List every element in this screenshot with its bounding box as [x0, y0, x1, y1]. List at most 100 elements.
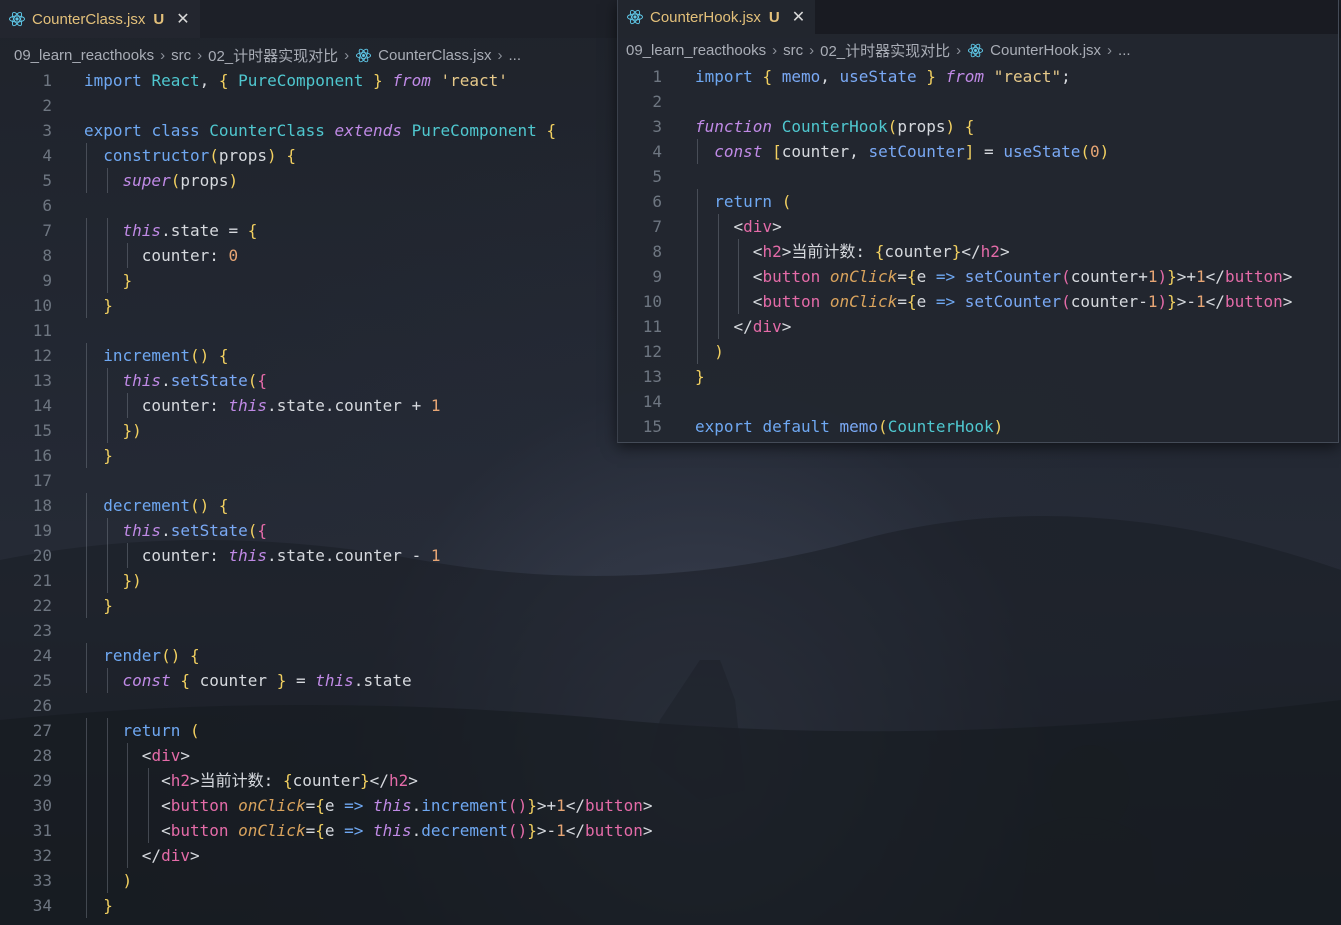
code-line[interactable]: 16 } [0, 443, 1341, 468]
code-line[interactable]: 14 [618, 389, 1338, 414]
line-number: 8 [42, 246, 52, 265]
breadcrumb-folder[interactable]: 02_计时器实现对比 [820, 40, 950, 61]
line-number: 1 [652, 67, 662, 86]
line-number: 31 [32, 821, 52, 840]
tab-counterclass[interactable]: CounterClass.jsx U ✕ [0, 0, 200, 38]
code-text: const [counter, setCounter] = useState(0… [714, 142, 1110, 161]
line-number: 5 [652, 167, 662, 186]
line-number: 2 [652, 92, 662, 111]
code-line[interactable]: 12 ) [618, 339, 1338, 364]
code-line[interactable]: 11 </div> [618, 314, 1338, 339]
code-line[interactable]: 25 const { counter } = this.state [0, 668, 1341, 693]
code-line[interactable]: 23 [0, 618, 1341, 643]
line-number: 19 [32, 521, 52, 540]
chevron-right-icon: › [1107, 41, 1113, 59]
line-number: 32 [32, 846, 52, 865]
chevron-right-icon: › [497, 46, 503, 64]
code-text: <button onClick={e => this.increment()}>… [161, 796, 653, 815]
breadcrumb-src[interactable]: src [171, 47, 191, 64]
code-text: counter: 0 [141, 246, 239, 265]
line-number: 15 [642, 417, 662, 436]
breadcrumb-more[interactable]: ... [509, 47, 522, 64]
code-line[interactable]: 28 <div> [0, 743, 1341, 768]
breadcrumb-src[interactable]: src [783, 42, 803, 59]
code-line[interactable]: 21 }) [0, 568, 1341, 593]
code-line[interactable]: 24 render() { [0, 643, 1341, 668]
code-line[interactable]: 9 <button onClick={e => setCounter(count… [618, 264, 1338, 289]
line-number: 4 [652, 142, 662, 161]
breadcrumb-folder[interactable]: 02_计时器实现对比 [208, 45, 338, 66]
code-line[interactable]: 4 const [counter, setCounter] = useState… [618, 139, 1338, 164]
code-line[interactable]: 18 decrement() { [0, 493, 1341, 518]
chevron-right-icon: › [956, 41, 962, 59]
line-number: 14 [642, 392, 662, 411]
code-line[interactable]: 15 export default memo(CounterHook) [618, 414, 1338, 439]
code-text: } [103, 446, 113, 465]
line-number: 22 [32, 596, 52, 615]
code-line[interactable]: 34 } [0, 893, 1341, 918]
code-line[interactable]: 7 <div> [618, 214, 1338, 239]
line-number: 28 [32, 746, 52, 765]
code-line[interactable]: 17 [0, 468, 1341, 493]
line-number: 9 [652, 267, 662, 286]
code-area[interactable]: 1 import { memo, useState } from "react";… [618, 64, 1338, 439]
line-number: 29 [32, 771, 52, 790]
breadcrumb-file[interactable]: CounterHook.jsx [990, 42, 1101, 59]
code-line[interactable]: 22 } [0, 593, 1341, 618]
react-icon [356, 48, 372, 62]
code-line[interactable]: 2 [618, 89, 1338, 114]
code-line[interactable]: 20 counter: this.state.counter - 1 [0, 543, 1341, 568]
code-text: <h2>当前计数: {counter}</h2> [752, 242, 1010, 261]
code-text: } [103, 596, 113, 615]
code-line[interactable]: 31 <button onClick={e => this.decrement(… [0, 818, 1341, 843]
code-line[interactable]: 10 <button onClick={e => setCounter(coun… [618, 289, 1338, 314]
line-number: 25 [32, 671, 52, 690]
code-text: const { counter } = this.state [122, 671, 412, 690]
close-icon[interactable]: ✕ [792, 7, 805, 27]
code-text: } [103, 296, 113, 315]
code-line[interactable]: 13} [618, 364, 1338, 389]
line-number: 20 [32, 546, 52, 565]
code-line[interactable]: 32 </div> [0, 843, 1341, 868]
code-text: import React, { PureComponent } from 're… [84, 71, 508, 90]
code-line[interactable]: 26 [0, 693, 1341, 718]
tab-counterhook[interactable]: CounterHook.jsx U ✕ [618, 0, 816, 34]
line-number: 21 [32, 571, 52, 590]
code-text: import { memo, useState } from "react"; [695, 67, 1071, 86]
chevron-right-icon: › [160, 46, 166, 64]
close-icon[interactable]: ✕ [176, 9, 189, 29]
code-text: export default memo(CounterHook) [695, 417, 1004, 436]
line-number: 6 [652, 192, 662, 211]
code-line[interactable]: 19 this.setState({ [0, 518, 1341, 543]
code-line[interactable]: 8 <h2>当前计数: {counter}</h2> [618, 239, 1338, 264]
code-line[interactable]: 33 ) [0, 868, 1341, 893]
code-text: }) [122, 421, 142, 440]
line-number: 18 [32, 496, 52, 515]
breadcrumb-file[interactable]: CounterClass.jsx [378, 47, 491, 64]
code-line[interactable]: 30 <button onClick={e => this.increment(… [0, 793, 1341, 818]
code-text: counter: this.state.counter + 1 [141, 396, 441, 415]
line-number: 13 [642, 367, 662, 386]
code-text: <button onClick={e => this.decrement()}>… [161, 821, 653, 840]
line-number: 34 [32, 896, 52, 915]
line-number: 23 [32, 621, 52, 640]
code-text: }) [122, 571, 142, 590]
react-icon [627, 9, 643, 25]
line-number: 11 [32, 321, 52, 340]
line-number: 12 [32, 346, 52, 365]
tab-filename: CounterHook.jsx [650, 8, 761, 26]
line-number: 13 [32, 371, 52, 390]
line-number: 26 [32, 696, 52, 715]
line-number: 27 [32, 721, 52, 740]
breadcrumb-project[interactable]: 09_learn_reacthooks [14, 47, 154, 64]
code-line[interactable]: 1 import { memo, useState } from "react"; [618, 64, 1338, 89]
line-number: 24 [32, 646, 52, 665]
breadcrumb-more[interactable]: ... [1118, 42, 1131, 59]
code-line[interactable]: 3 function CounterHook(props) { [618, 114, 1338, 139]
code-line[interactable]: 5 [618, 164, 1338, 189]
code-line[interactable]: 29 <h2>当前计数: {counter}</h2> [0, 768, 1341, 793]
code-line[interactable]: 6 return ( [618, 189, 1338, 214]
code-line[interactable]: 27 return ( [0, 718, 1341, 743]
line-number: 14 [32, 396, 52, 415]
breadcrumb-project[interactable]: 09_learn_reacthooks [626, 42, 766, 59]
